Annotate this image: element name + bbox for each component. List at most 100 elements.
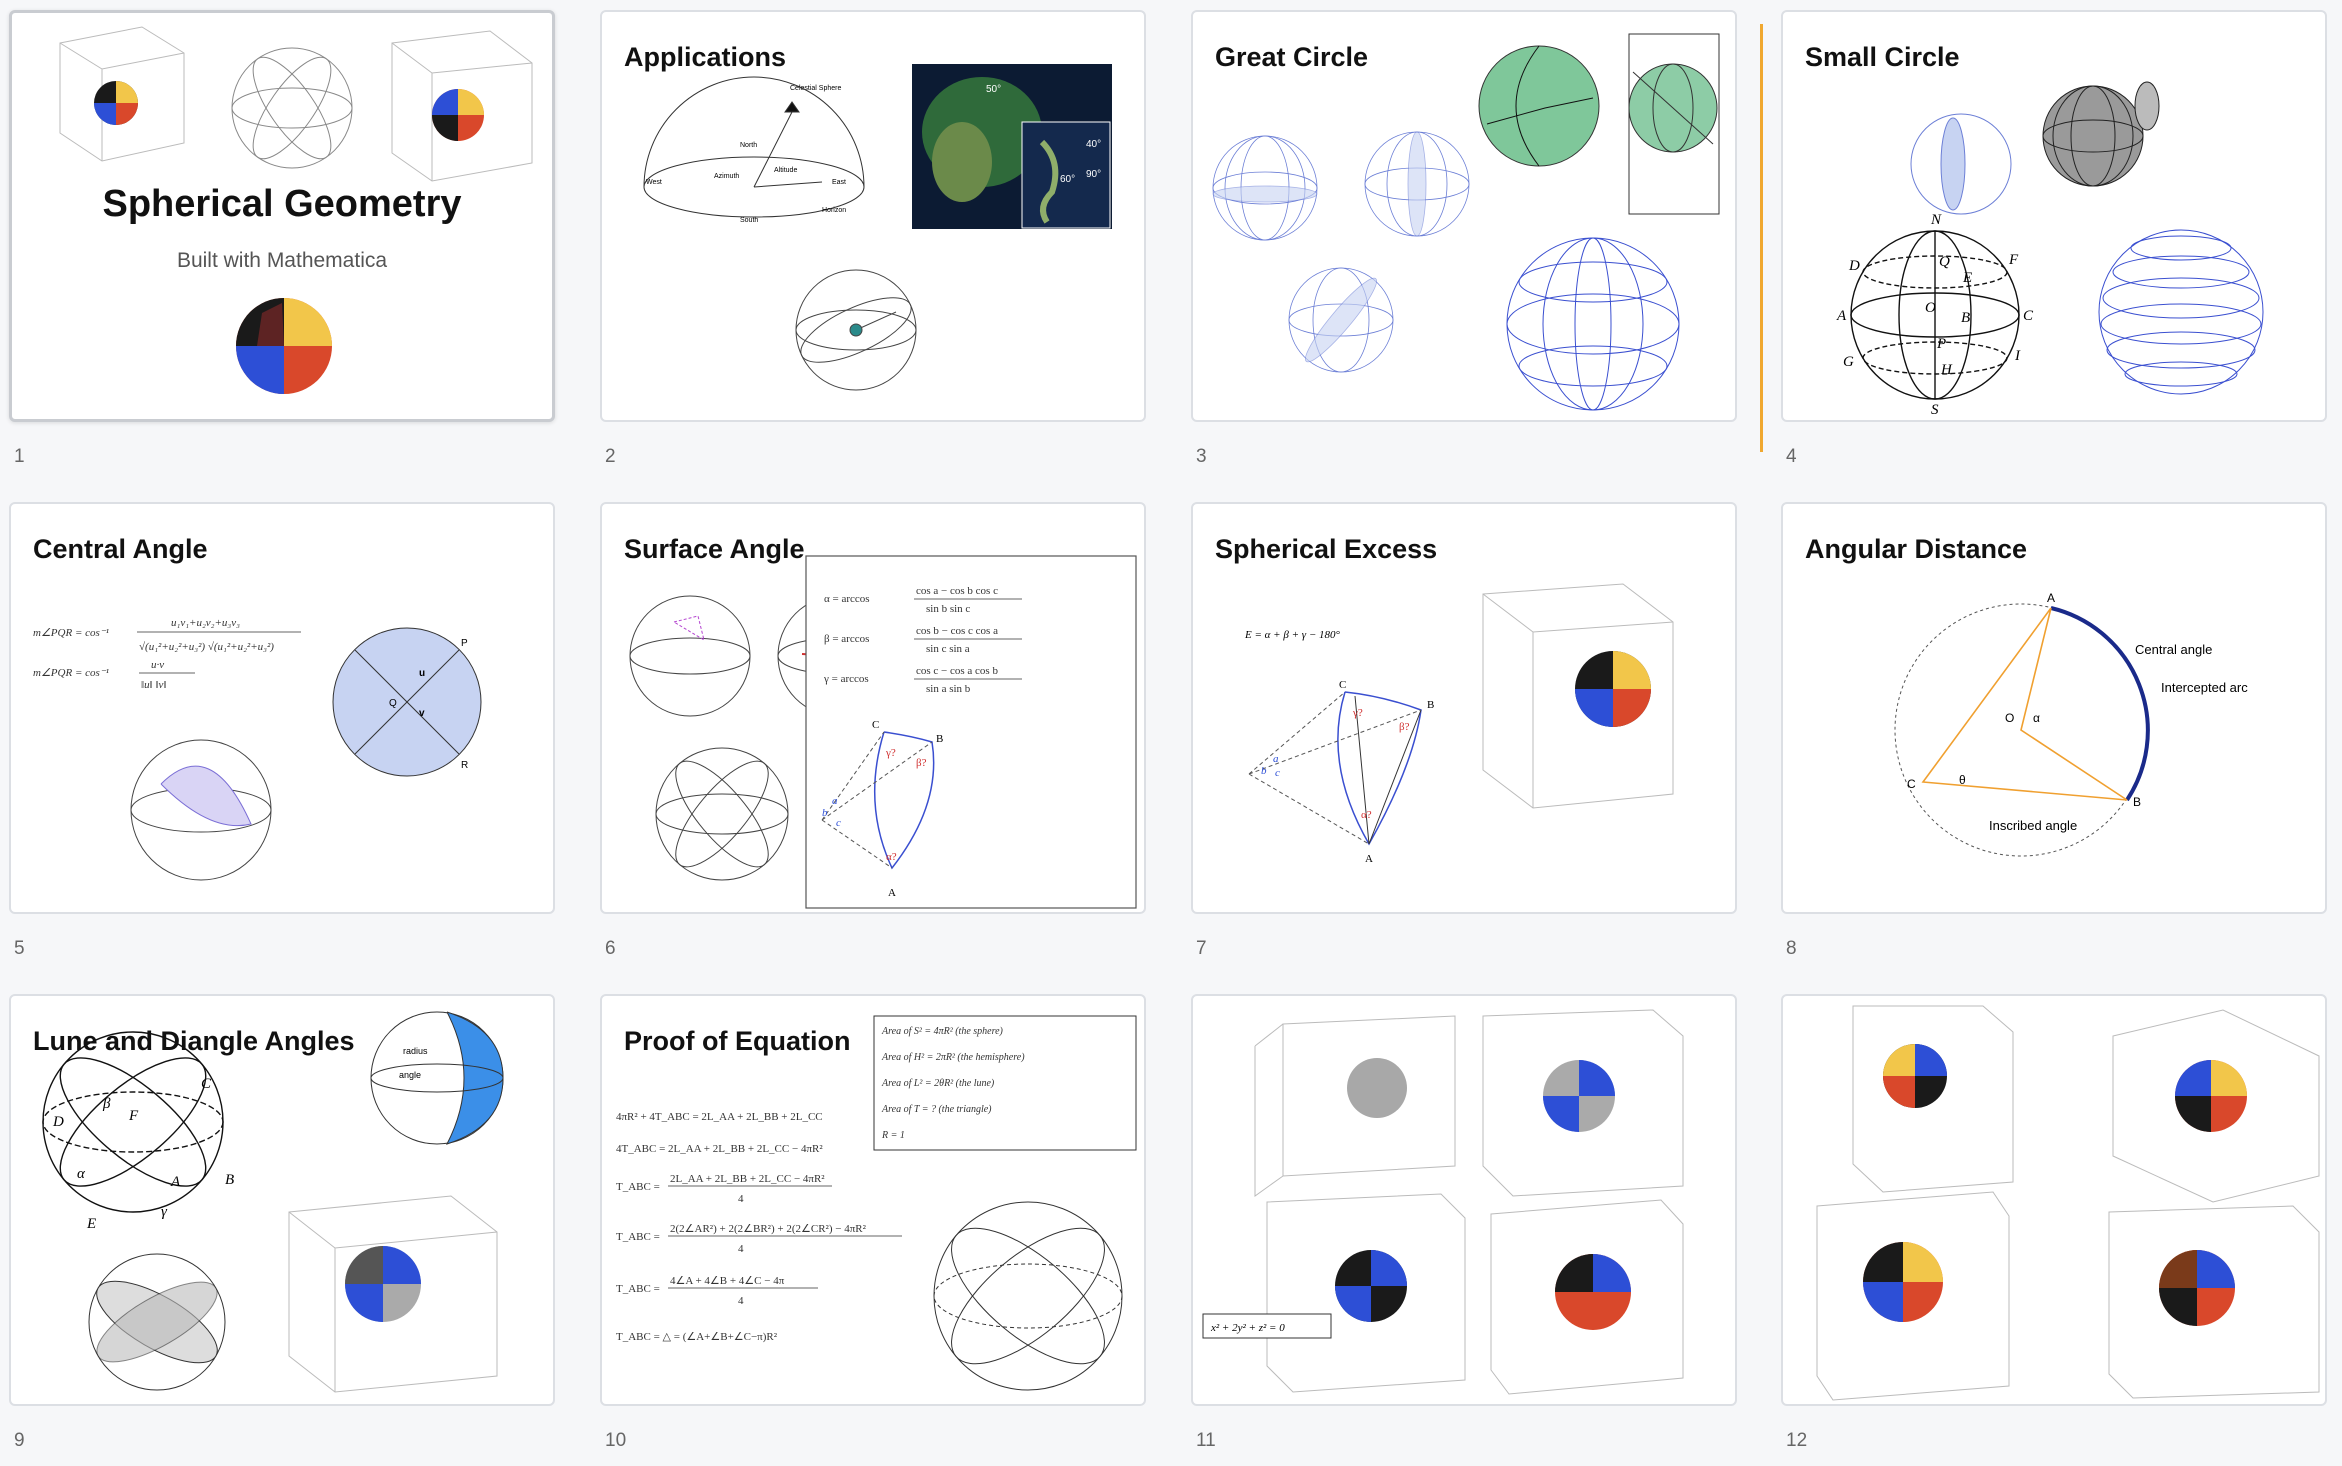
wire-sphere-band-1 (1212, 135, 1318, 241)
label-G: G (1843, 354, 1854, 370)
blue-globe-figure (1506, 237, 1680, 411)
gray-lune-sphere-figure (88, 1253, 226, 1391)
label-A: A (1365, 853, 1373, 865)
equation-5-numerator: 4∠A + 4∠B + 4∠C − 4π (670, 1275, 785, 1287)
label-E: E (86, 1216, 96, 1232)
slide-number-10: 10 (605, 1430, 627, 1451)
boxed-gray-disc (1254, 1015, 1456, 1197)
label-v: v (419, 708, 425, 719)
label-C: C (201, 1076, 212, 1092)
label-P: P (1936, 336, 1946, 352)
label-central-angle: Central angle (2135, 642, 2212, 657)
green-sphere-figure (1478, 45, 1600, 167)
label-radius: radius (403, 1046, 428, 1056)
slide-thumbnail-10[interactable]: Proof of Equation Area of S² = 4πR² (the… (600, 994, 1146, 1406)
label-beta: β (102, 1096, 111, 1112)
wireframe-sphere-figure (231, 47, 353, 169)
gamma-lhs: γ = arccos (823, 673, 869, 685)
slide-number-6: 6 (605, 938, 616, 959)
formula-1-lhs: m∠PQR = cos⁻¹ (33, 627, 109, 639)
blue-lune-figure (370, 1011, 504, 1145)
slide-thumbnail-7[interactable]: Spherical Excess E = α + β + γ − 180° C … (1191, 502, 1737, 914)
equation-6: T_ABC = △ = (∠A+∠B+∠C−π)R² (616, 1331, 778, 1343)
label-N: N (1930, 212, 1942, 228)
slide-thumbnail-3[interactable]: Great Circle (1191, 10, 1737, 422)
slide-number-11: 11 (1196, 1430, 1216, 1451)
label-A: A (1836, 308, 1847, 324)
label-alpha: α? (886, 851, 897, 863)
label-intercepted-arc: Intercepted arc (2161, 680, 2248, 695)
slide-number-1: 1 (14, 446, 25, 467)
label-P: P (461, 638, 468, 649)
slide-thumbnail-5[interactable]: Central Angle m∠PQR = cos⁻¹ u₁v₁+u₂v₂+u₃… (9, 502, 555, 914)
label-a: a (832, 795, 838, 807)
slide-thumbnail-1[interactable]: Spherical Geometry Built with Mathematic… (9, 10, 555, 422)
label-u: u (419, 668, 425, 679)
slide-thumbnail-11[interactable]: x² + 2y² + z² = 0 (1191, 994, 1737, 1406)
colored-sphere-figure (236, 298, 332, 394)
label-A: A (170, 1174, 181, 1190)
alpha-numerator: cos a − cos b cos c (916, 585, 998, 597)
slide-thumbnail-9[interactable]: Lune and Diangle Angles C D F A B E β α … (9, 994, 555, 1406)
slide-1-subtitle: Built with Mathematica (176, 249, 388, 272)
formula-1-denominator: √(u₁²+u₂²+u₃²) √(u₁²+u₂²+u₃²) (139, 641, 274, 653)
area-triangle: Area of T = ? (the triangle) (881, 1104, 992, 1115)
label-lat-40: 40° (1086, 139, 1101, 150)
slide-thumbnail-2[interactable]: Applications Celestial Sphere North West… (600, 10, 1146, 422)
latitude-globe-figure (2098, 229, 2264, 395)
label-theta: θ (1959, 773, 1966, 787)
slide-2-figures: Celestial Sphere North West East South H… (643, 64, 1112, 391)
slide-thumbnail-12[interactable] (1781, 994, 2327, 1406)
label-lat-90: 90° (1086, 169, 1101, 180)
wire-sphere-band-3 (1288, 267, 1394, 373)
label-Q: Q (1939, 254, 1950, 270)
boxed-sphere-figure (1482, 583, 1674, 809)
label-gamma: γ? (885, 747, 896, 759)
slide-grid: Spherical Geometry Built with Mathematic… (0, 0, 2342, 1466)
label-O: O (1925, 300, 1936, 316)
slide-number-8: 8 (1786, 938, 1797, 959)
sphere-small-1 (629, 595, 751, 717)
label-alpha: α (77, 1166, 86, 1182)
excess-formula: E = α + β + γ − 180° (1244, 629, 1340, 641)
slide-thumbnail-6[interactable]: Surface Angle α = arccos cos a − cos b c… (600, 502, 1146, 914)
label-b: b (1261, 765, 1267, 777)
beta-denominator: sin c sin a (926, 643, 970, 655)
gamma-denominator: sin a sin b (926, 683, 971, 695)
label-alpha: α? (1361, 809, 1372, 821)
label-azimuth: Azimuth (714, 173, 739, 180)
gray-grid-sphere-figure (2042, 81, 2160, 187)
equation-5-lhs: T_ABC = (616, 1283, 660, 1295)
area-sphere: Area of S² = 4πR² (the sphere) (881, 1026, 1004, 1037)
label-E: E (1962, 270, 1972, 286)
label-A: A (2047, 591, 2055, 605)
equation-3-numerator: 2L_AA + 2L_BB + 2L_CC − 4πR² (670, 1173, 825, 1185)
beta-numerator: cos b − cos c cos a (916, 625, 998, 637)
label-horizon: Horizon (822, 207, 846, 214)
slide-number-12: 12 (1786, 1430, 1808, 1451)
formula-1-numerator: u₁v₁+u₂v₂+u₃v₃ (171, 617, 240, 629)
slide-9-figures: C D F A B E β α γ radius angle (42, 1011, 504, 1393)
slide-8-figures: A B C O α θ Central angle Intercepted ar… (1894, 591, 2248, 857)
equation-4-numerator: 2(2∠AR²) + 2(2∠BR²) + 2(2∠CR²) − 4πR² (670, 1223, 867, 1235)
label-south: South (740, 217, 758, 224)
label-D: D (1848, 258, 1860, 274)
boxed-sphere-figure (288, 1195, 498, 1393)
equation-2: 4T_ABC = 2L_AA + 2L_BB + 2L_CC − 4πR² (616, 1143, 823, 1155)
equation-3-lhs: T_ABC = (616, 1181, 660, 1193)
slide-number-5: 5 (14, 938, 25, 959)
label-B: B (1961, 310, 1970, 326)
slide-7-figures: E = α + β + γ − 180° C B A γ? β? α? b c … (1244, 583, 1674, 865)
slide-number-9: 9 (14, 1430, 25, 1451)
slide-thumbnail-4[interactable]: Small Circle N D F A C G I S Q E O B P H (1781, 10, 2327, 422)
label-altitude: Altitude (774, 167, 797, 174)
green-sphere-planes-figure (1628, 33, 1720, 215)
beta-lhs: β = arccos (824, 633, 869, 645)
boxed-sphere-12a (1852, 1005, 2014, 1193)
label-B: B (225, 1172, 234, 1188)
wire-sphere-band-2 (1364, 131, 1470, 237)
label-S: S (1931, 402, 1939, 418)
slide-thumbnail-8[interactable]: Angular Distance A B C O α θ Central ang… (1781, 502, 2327, 914)
label-B: B (1427, 699, 1434, 711)
label-B: B (936, 733, 943, 745)
